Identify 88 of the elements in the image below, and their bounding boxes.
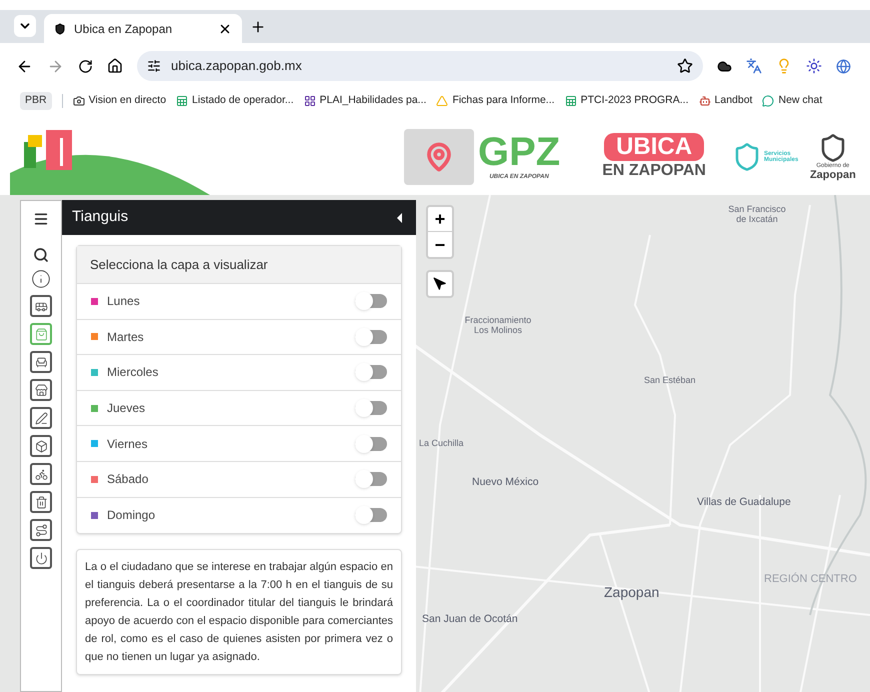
sun-icon[interactable] xyxy=(806,58,822,74)
layer-toggle[interactable] xyxy=(355,401,387,416)
store-icon xyxy=(34,384,48,396)
place-label: Fraccionamiento Los Molinos xyxy=(464,315,532,335)
layer-toggle[interactable] xyxy=(355,294,387,308)
region-label: REGIÓN CENTRO xyxy=(764,572,857,587)
government-name: Zapopan xyxy=(810,170,856,180)
ubica-logo-subtitle: EN ZAPOPAN xyxy=(602,160,706,180)
layer-label: Miercoles xyxy=(107,364,160,382)
layer-label: Jueves xyxy=(107,400,146,418)
drive-bookmark-icon xyxy=(436,95,448,107)
sidebar-button[interactable] xyxy=(30,435,52,457)
bookmark-star-icon[interactable] xyxy=(677,58,693,74)
map[interactable] xyxy=(0,195,870,692)
box-icon xyxy=(34,440,48,452)
place-label: San Juan de Ocotán xyxy=(422,612,518,627)
place-label: San Estéban xyxy=(644,375,696,385)
gpz-logo-text: GPZ xyxy=(478,131,560,173)
card-heading: Selecciona la capa a visualizar xyxy=(77,246,401,284)
bookmark-item[interactable]: Landbot xyxy=(698,93,752,109)
locate-button[interactable] xyxy=(426,270,454,298)
tab-title: Ubica en Zapopan xyxy=(74,20,174,38)
zoom-out-button[interactable]: − xyxy=(428,232,452,257)
new-tab-icon[interactable] xyxy=(250,19,266,35)
cloud-icon[interactable] xyxy=(717,58,732,74)
search-icon[interactable] xyxy=(33,247,49,263)
zoom-in-button[interactable]: + xyxy=(428,207,452,232)
layer-label: Martes xyxy=(107,328,145,346)
layer-toggle[interactable] xyxy=(355,365,387,380)
layer-label: Sábado xyxy=(107,471,150,488)
info-icon[interactable] xyxy=(31,269,51,289)
layer-toggle[interactable] xyxy=(355,472,387,486)
browser-tab[interactable]: Ubica en Zapopan xyxy=(44,14,242,43)
menu-icon[interactable] xyxy=(33,211,49,227)
shield-icon xyxy=(54,22,66,34)
power-icon xyxy=(34,552,48,564)
panel-title: Tianguis xyxy=(72,207,128,228)
info-paragraph: La o el ciudadano que se interese en trabajar algún espacio en el tianguis deberá presentarse a la 7:00 h en el tianguis de su preferencia. La o el coordinador titular del tianguis le brindará apoyo de acuerdo con el espacio disponible para comerciantes de rol, como es el caso de quienes asisten por primera vez o que no tienen un lugar ya asignado. xyxy=(76,549,402,676)
sidebar-button[interactable] xyxy=(30,547,52,569)
layer-toggle[interactable] xyxy=(355,330,387,344)
road-icon xyxy=(34,524,48,536)
sidebar-button[interactable] xyxy=(30,463,52,485)
sheet-bookmark-icon xyxy=(564,95,577,107)
sidebar-button[interactable] xyxy=(30,351,52,373)
pen-icon xyxy=(34,412,48,424)
address-bar[interactable]: ubica.zapopan.gob.mx xyxy=(137,51,703,81)
bot-bookmark-icon xyxy=(698,95,711,107)
place-label: Nuevo México xyxy=(472,475,539,490)
sidebar-button[interactable] xyxy=(30,519,52,541)
bookmark-item[interactable]: Fichas para Informe... xyxy=(436,93,555,109)
trash-icon xyxy=(34,496,48,508)
bookmark-chip[interactable]: PBR xyxy=(20,92,52,110)
app-bookmark-icon xyxy=(304,95,316,107)
place-label: La Cuchilla xyxy=(419,438,464,448)
bookmark-item[interactable]: Vision en directo xyxy=(72,93,166,109)
home-icon[interactable] xyxy=(107,58,123,74)
bookmark-item[interactable]: PTCI-2023 PROGRA... xyxy=(564,93,689,109)
sidebar-button[interactable] xyxy=(30,491,52,513)
bag-icon xyxy=(34,328,48,340)
layer-label: Domingo xyxy=(107,507,156,524)
bicycle-icon xyxy=(34,468,48,480)
site-settings-icon[interactable] xyxy=(147,59,161,73)
bookmark-item[interactable]: New chat xyxy=(762,93,822,109)
tab-list-button[interactable] xyxy=(14,15,36,37)
bench-icon xyxy=(34,356,48,368)
collapse-button[interactable] xyxy=(397,212,402,222)
navigation-arrow-icon xyxy=(433,277,447,291)
layer-toggle[interactable] xyxy=(355,436,387,451)
city-label: Zapopan xyxy=(604,583,660,602)
sidebar-button[interactable] xyxy=(30,295,52,317)
translate-icon[interactable] xyxy=(746,58,762,74)
bookmark-item[interactable]: PLAI_Habilidades pa... xyxy=(304,93,426,109)
bookmark-item[interactable]: Listado de operador... xyxy=(176,93,294,109)
globe-icon[interactable] xyxy=(836,58,851,74)
ubica-logo-title: UBICA xyxy=(604,132,704,160)
sidebar-button[interactable] xyxy=(30,379,52,401)
url-text: ubica.zapopan.gob.mx xyxy=(171,57,303,76)
layer-label: Lunes xyxy=(107,293,141,310)
layer-label: Viernes xyxy=(107,436,148,453)
place-label: San Francisco de Ixcatán xyxy=(727,204,787,224)
sheet-bookmark-icon xyxy=(176,95,188,107)
layer-toggle[interactable] xyxy=(355,508,387,522)
map-pin-icon xyxy=(424,142,454,172)
sidebar-button[interactable] xyxy=(30,407,52,429)
reload-icon[interactable] xyxy=(78,58,93,74)
camera-bookmark-icon xyxy=(72,95,85,107)
place-label: Villas de Guadalupe xyxy=(697,495,791,510)
chat-bookmark-icon xyxy=(762,95,774,107)
